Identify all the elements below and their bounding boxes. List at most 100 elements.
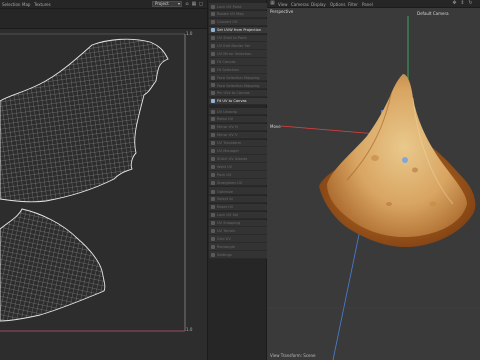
zoom-icon[interactable]: ⇕	[460, 1, 465, 6]
cmd-label: Reset UV	[217, 205, 234, 210]
uv-menu-selection[interactable]: Selection	[2, 2, 20, 7]
cmd-item-set-uvw-from-projection[interactable]: Set UVW from Projection	[209, 26, 267, 35]
command-group-bottom: Optimize Select Al Reset UV Lock UV Sel …	[208, 188, 268, 259]
cmd-item-fit-uv-to-canvas[interactable]: Fit UV to Canvas	[209, 97, 267, 106]
cmd-item[interactable]: Rotate UV Map	[209, 10, 267, 19]
command-icon	[211, 228, 215, 233]
cmd-item[interactable]: Pin UVs to Canvas	[209, 89, 267, 98]
object-blister	[429, 201, 437, 207]
cmd-label: Select Al	[217, 197, 233, 202]
grid-icon[interactable]: ▦	[191, 1, 197, 7]
cmd-label: Rotate UV Map	[217, 12, 244, 17]
chevron-down-icon: ▾	[177, 1, 180, 6]
command-icon	[211, 59, 215, 64]
cmd-label: Face Selection Mapping	[217, 75, 260, 80]
uv-mode-select[interactable]: Project ▾	[152, 1, 182, 7]
pan-icon[interactable]: ✥	[452, 1, 457, 6]
view-name-label: Perspective	[270, 9, 294, 14]
cmd-label: UV Manager	[217, 149, 239, 154]
viewport-scene-svg	[267, 16, 480, 360]
command-icon	[211, 148, 215, 153]
cmd-item[interactable]: Pack UV	[209, 171, 267, 179]
command-group-mid: UV Unwrap Relax UV Mirror UV H Mirror UV…	[208, 108, 268, 195]
cmd-item[interactable]: Mirror UV H	[209, 123, 267, 132]
object-blister	[371, 155, 379, 161]
cmd-item[interactable]: Lock UV Point	[209, 3, 267, 11]
viewport-menu-options[interactable]: Options	[330, 2, 345, 7]
rotate-icon[interactable]: ↻	[468, 1, 473, 6]
object-body	[327, 74, 467, 238]
cmd-item[interactable]: UV Unwrap	[209, 108, 267, 116]
uv-map-svg	[0, 33, 186, 332]
cmd-item[interactable]: Convert UV	[209, 18, 267, 27]
command-icon	[211, 36, 215, 41]
uv-canvas[interactable]: 1.0 1.0	[0, 29, 207, 360]
cmd-item[interactable]: Stitch UV Islands	[209, 155, 267, 163]
command-icon	[211, 91, 215, 96]
command-group-top: Lock UV Point Rotate UV Map Convert UV S…	[208, 3, 268, 106]
uv-menu-textures[interactable]: Textures	[34, 2, 51, 7]
camera-name-label[interactable]: Default Camera	[417, 11, 449, 16]
cmd-item[interactable]: Settings	[209, 251, 267, 259]
viewport-menu-panel[interactable]: Panel	[362, 2, 373, 7]
cmd-label: Pack UV	[217, 172, 232, 177]
command-icon	[211, 141, 215, 146]
uv-command-palette: Lock UV Point Rotate UV Map Convert UV S…	[207, 0, 267, 360]
cmd-item[interactable]: Reset UV	[209, 203, 267, 212]
cmd-label: Weld UV	[217, 164, 233, 169]
gizmo-move-label: Move	[270, 124, 281, 129]
cmd-item[interactable]: UV Edit Border Sel	[209, 42, 267, 50]
projection-icon	[211, 28, 215, 33]
cmd-label: Optimize	[217, 189, 234, 194]
cmd-item[interactable]: Optimize	[209, 188, 267, 196]
cmd-label: Mirror UV V	[217, 133, 238, 138]
command-icon	[211, 109, 215, 114]
cmd-label: UV Shell to Point	[217, 36, 247, 41]
cmd-item[interactable]: Face Selection Mapping	[209, 74, 267, 82]
cmd-label: Pin UVs to Canvas	[217, 91, 250, 96]
command-icon	[211, 197, 215, 202]
cmd-item[interactable]: Face Selection Mapping	[209, 81, 267, 90]
cmd-item[interactable]: Select Al	[209, 195, 267, 204]
cmd-item[interactable]: Lock UV Sel	[209, 211, 267, 220]
cmd-item[interactable]: UV Shell to Point	[209, 34, 267, 42]
frame-icon[interactable]: ◻	[198, 1, 204, 7]
viewport-canvas[interactable]: Perspective Default Camera Move	[267, 8, 480, 360]
cmd-label: Rectangle	[217, 244, 235, 249]
lock-icon[interactable]: ⌂	[184, 1, 190, 7]
cmd-label: Fit UV to Canvas	[217, 99, 247, 104]
object-blister	[412, 167, 418, 173]
uv-mode-select-value: Project	[155, 1, 169, 6]
axis-x-line	[280, 125, 378, 135]
viewport-menu-view[interactable]: View	[278, 2, 288, 7]
command-icon	[211, 51, 215, 56]
viewport-menu-filter[interactable]: Filter	[348, 2, 358, 7]
command-icon	[211, 244, 215, 249]
cmd-label: Lock UV Sel	[217, 213, 239, 218]
cmd-item[interactable]: Weld UV	[209, 163, 267, 171]
cmd-label: UV Snapping	[217, 221, 241, 226]
cmd-item[interactable]: UV Manager	[209, 147, 267, 155]
cmd-item[interactable]: Rectangle	[209, 243, 267, 251]
cmd-label: Mirror UV H	[217, 125, 238, 130]
cmd-item[interactable]: Grid UV	[209, 235, 267, 243]
cmd-item[interactable]: Mirror UV V	[209, 131, 267, 140]
viewport-menu-cameras[interactable]: Cameras	[291, 2, 309, 7]
cmd-item[interactable]: UV Terrain	[209, 227, 267, 235]
command-icon	[211, 252, 215, 257]
command-icon	[211, 180, 215, 185]
cmd-item[interactable]: UV Mirror Selection	[209, 50, 267, 58]
viewport-menu-display[interactable]: Display	[311, 2, 326, 7]
command-icon	[211, 125, 215, 130]
uv-menu-map[interactable]: Map	[22, 2, 30, 7]
cmd-item[interactable]: Relax UV	[209, 115, 267, 124]
cmd-item[interactable]: Fit Canvas	[209, 58, 267, 66]
cmd-item[interactable]: UV Transform	[209, 139, 267, 147]
cmd-item[interactable]: Straighten UV	[209, 179, 267, 187]
object-blister	[386, 202, 392, 206]
cmd-item[interactable]: Fit Selection	[209, 66, 267, 74]
uv-menubar: Selection Map Textures Project ▾ ⌂ ▦ ◻	[0, 0, 207, 9]
cmd-item[interactable]: UV Snapping	[209, 219, 267, 227]
viewport-layout-icon[interactable]: ▦	[270, 1, 275, 6]
gizmo-center-handle	[402, 157, 408, 163]
